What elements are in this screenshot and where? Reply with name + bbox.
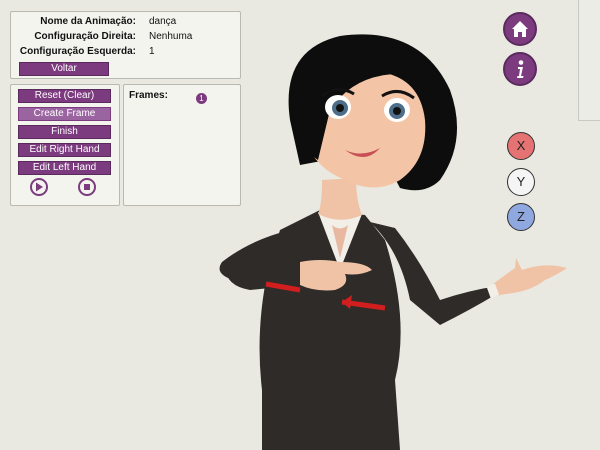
right-config-label: Configuração Direita: <box>34 31 136 42</box>
right-config-value: Nenhuma <box>149 31 193 42</box>
animation-name-value: dança <box>149 16 177 27</box>
play-icon <box>36 182 43 192</box>
back-button[interactable]: Voltar <box>19 62 109 76</box>
stop-icon <box>84 184 90 190</box>
home-button[interactable] <box>503 12 537 46</box>
axis-z-button[interactable]: Z <box>507 203 535 231</box>
left-config-label: Configuração Esquerda: <box>19 46 136 57</box>
avatar-figure <box>219 34 567 450</box>
left-config-value: 1 <box>149 46 155 57</box>
create-frame-button[interactable]: Create Frame <box>18 107 111 121</box>
edit-right-hand-button[interactable]: Edit Right Hand <box>18 143 111 157</box>
axis-y-button[interactable]: Y <box>507 168 535 196</box>
info-icon <box>517 60 524 78</box>
frames-title: Frames: <box>129 90 168 101</box>
frames-panel: Frames: 1 <box>123 84 241 206</box>
stop-button[interactable] <box>78 178 96 196</box>
info-button[interactable] <box>503 52 537 86</box>
reset-button[interactable]: Reset (Clear) <box>18 89 111 103</box>
edit-left-hand-button[interactable]: Edit Left Hand <box>18 161 111 175</box>
animation-name-label: Nome da Animação: <box>40 16 136 27</box>
axis-x-button[interactable]: X <box>507 132 535 160</box>
animation-info-panel: Nome da Animação: dança Configuração Dir… <box>10 11 241 79</box>
side-strip <box>578 0 600 121</box>
frame-badge[interactable]: 1 <box>196 93 207 104</box>
play-button[interactable] <box>30 178 48 196</box>
home-icon <box>512 21 528 37</box>
finish-button[interactable]: Finish <box>18 125 111 139</box>
frame-controls-panel: Reset (Clear) Create Frame Finish Edit R… <box>10 84 120 206</box>
